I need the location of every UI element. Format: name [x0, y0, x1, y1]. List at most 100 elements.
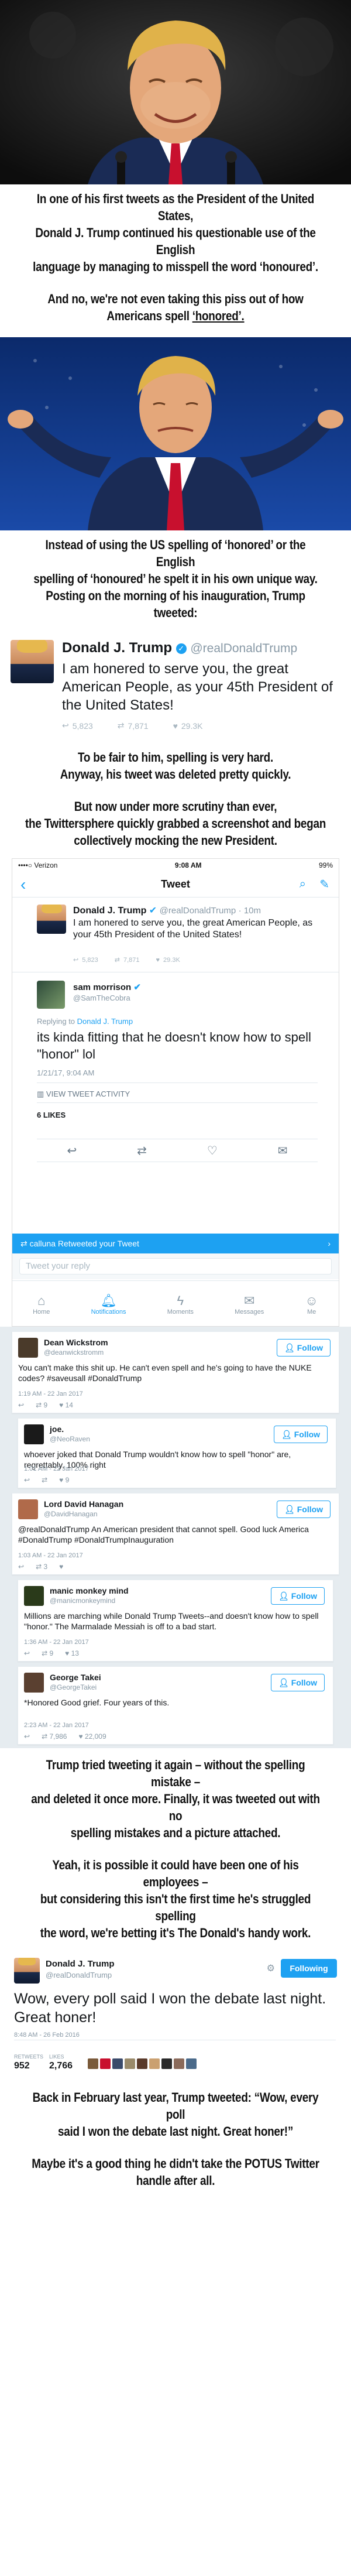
avatar — [14, 1958, 40, 1984]
reply-icon[interactable]: ↩ — [24, 1649, 30, 1657]
follow-icon: 👤︎ — [278, 1677, 289, 1687]
reply-icon[interactable]: ↩ — [24, 1732, 30, 1741]
retweet-icon[interactable]: ⇄ — [137, 1143, 147, 1158]
follow-button[interactable]: 👤︎ Follow — [271, 1587, 325, 1605]
liker-avatars — [88, 2058, 197, 2069]
message-icon[interactable]: ✉ — [278, 1143, 288, 1158]
card-author-name: George Takei — [50, 1673, 101, 1682]
card-timestamp: 1:01 AM - 22 Jan 2017 — [24, 1465, 89, 1472]
likes-count[interactable]: 6 LIKES — [37, 1111, 66, 1119]
compose-icon[interactable]: ✎ — [319, 877, 329, 892]
reaction-tweet-card[interactable]: manic monkey mind @manicmonkeymind 👤︎ Fol… — [18, 1580, 333, 1662]
tab-me[interactable]: ☺ Me — [305, 1293, 318, 1316]
like-count[interactable]: ♥ 9 — [59, 1476, 69, 1484]
tweet-author-name: Donald J. Trump — [62, 640, 173, 656]
tab-notifications[interactable]: 🔔︎ Notifications — [91, 1293, 126, 1316]
reaction-collage: Dean Wickstrom @deanwickstromm 👤︎ Follow … — [0, 1327, 351, 1748]
retweet-icon: ⇄ — [20, 1238, 30, 1248]
reply-input[interactable]: Tweet your reply — [19, 1258, 332, 1275]
like-total: 2,766 — [49, 2061, 73, 2071]
reaction-tweet-card[interactable]: Lord David Hanagan @DavidHanagan 👤︎ Follo… — [12, 1493, 339, 1575]
like-count[interactable]: ♥ — [59, 1563, 63, 1571]
follow-button[interactable]: 👤︎ Follow — [271, 1674, 325, 1691]
tab-home[interactable]: ⌂ Home — [33, 1293, 50, 1316]
avatar — [24, 1586, 44, 1606]
caption-potus: Maybe it's a good thing he didn't take t… — [32, 2156, 319, 2188]
retweet-count[interactable]: ⇄ 7,986 — [42, 1732, 67, 1741]
tab-moments[interactable]: ϟ Moments — [167, 1293, 194, 1316]
sam-reply: sam morrison ✔ @SamTheCobra Replying to … — [12, 972, 339, 1131]
trump-shrug-photo — [0, 337, 351, 530]
like-count[interactable]: ♥ 13 — [65, 1649, 79, 1657]
reply-icon: ↩ — [73, 957, 79, 964]
like-count[interactable]: ♥ 22,009 — [78, 1732, 106, 1741]
card-author-name: joe. — [50, 1424, 64, 1434]
follow-button[interactable]: 👤︎ Follow — [277, 1339, 331, 1356]
reaction-tweet-card[interactable]: joe. @NeoRaven 👤︎ Follow whoever joked th… — [18, 1418, 336, 1488]
reply-icon[interactable]: ↩ — [24, 1476, 30, 1484]
tweet-timestamp: 8:48 AM - 26 Feb 2016 — [14, 2032, 80, 2039]
avatar — [37, 981, 65, 1009]
retweet-notification-bar[interactable]: ⇄ calluna Retweeted your Tweet › — [12, 1234, 339, 1253]
retweet-count[interactable]: ⇄ 9 — [36, 1401, 47, 1409]
card-text: *Honored Good grief. Four years of this. — [24, 1698, 170, 1707]
card-author-name: Dean Wickstrom — [44, 1338, 108, 1347]
action-row: ↩ ⇄ ♡ ✉ — [37, 1139, 318, 1162]
underlined-honored: ‘honored’. — [192, 309, 245, 323]
avatar — [11, 640, 54, 683]
caption-tried-again: Trump tried tweeting it again – without … — [31, 1758, 320, 1840]
reply-icon[interactable]: ↩ — [67, 1143, 77, 1158]
tweet-author-handle: @realDonaldTrump — [190, 642, 298, 655]
reply-icon[interactable]: ↩ — [18, 1401, 24, 1409]
search-icon[interactable]: ⌕ — [300, 878, 306, 891]
retweet-count[interactable]: ⇄ — [42, 1476, 47, 1484]
gear-icon[interactable]: ⚙ — [267, 1962, 275, 1974]
caption-february: Back in February last year, Trump tweete… — [32, 2090, 319, 2139]
card-author-handle: @GeorgeTakei — [50, 1683, 97, 1691]
tab-bar: ⌂ Home 🔔︎ Notifications ϟ Moments ✉ Messages… — [12, 1280, 339, 1327]
retweet-count[interactable]: ⇄ 9 — [42, 1649, 53, 1657]
heart-icon: ♥ — [156, 956, 160, 964]
trump-honered-tweet[interactable]: Donald J. Trump ✓ @realDonaldTrump I am … — [4, 632, 347, 744]
card-author-handle: @NeoRaven — [50, 1435, 90, 1443]
caption-spelling-hard: To be fair to him, spelling is very hard… — [60, 750, 291, 782]
tab-messages[interactable]: ✉ Messages — [235, 1293, 264, 1316]
reply-text: its kinda fitting that he doesn't know h… — [37, 1030, 311, 1061]
bar-chart-icon: ▥ — [37, 1090, 46, 1098]
card-text: Millions are marching while Donald Trump… — [24, 1611, 319, 1631]
reaction-tweet-card[interactable]: Dean Wickstrom @deanwickstromm 👤︎ Follow … — [12, 1331, 339, 1413]
reply-count[interactable]: ↩ 5,823 — [62, 721, 93, 731]
card-author-handle: @DavidHanagan — [44, 1510, 98, 1518]
phone-screenshot: ••••○ Verizon 9:08 AM 99% ‹ Tweet ⌕ ✎ Do… — [12, 858, 339, 1327]
bell-icon: 🔔︎ — [100, 1293, 117, 1308]
home-icon: ⌂ — [37, 1293, 46, 1308]
back-icon[interactable]: ‹ — [20, 875, 26, 894]
like-count[interactable]: ♥ 29.3K — [173, 721, 203, 731]
original-tweet[interactable]: Donald J. Trump ✔ @realDonaldTrump · 10m… — [12, 898, 339, 972]
card-timestamp: 1:19 AM - 22 Jan 2017 — [18, 1390, 83, 1397]
retweet-count[interactable]: ⇄ 3 — [36, 1563, 47, 1571]
following-button[interactable]: Following — [281, 1959, 337, 1978]
reply-timestamp: 1/21/17, 9:04 AM — [37, 1068, 95, 1077]
caption-scrutiny: But now under more scrutiny than ever, t… — [25, 799, 326, 848]
view-activity-link[interactable]: ▥ VIEW TWEET ACTIVITY — [37, 1090, 130, 1099]
card-timestamp: 2:23 AM - 22 Jan 2017 — [24, 1722, 89, 1729]
like-count[interactable]: ♥ 14 — [59, 1401, 73, 1409]
heart-icon[interactable]: ♡ — [207, 1143, 218, 1158]
follow-button[interactable]: 👤︎ Follow — [274, 1426, 328, 1443]
follow-button[interactable]: 👤︎ Follow — [277, 1501, 331, 1518]
retweet-count[interactable]: ⇄ 7,871 — [118, 721, 149, 731]
trump-smiling-photo — [0, 0, 351, 184]
status-bar: ••••○ Verizon 9:08 AM 99% — [18, 861, 333, 869]
reaction-tweet-card[interactable]: George Takei @GeorgeTakei 👤︎ Follow *Hono… — [18, 1666, 333, 1745]
card-text: You can't make this shit up. He can't ev… — [18, 1363, 312, 1383]
trump-honer-tweet[interactable]: Donald J. Trump @realDonaldTrump ⚙ Follo… — [12, 1953, 339, 2054]
retweet-total: 952 — [14, 2061, 30, 2071]
replying-to-link[interactable]: Donald J. Trump — [77, 1017, 133, 1026]
reply-icon[interactable]: ↩ — [18, 1563, 24, 1571]
lightning-icon: ϟ — [177, 1293, 184, 1308]
person-icon: ☺ — [305, 1293, 318, 1308]
card-author-handle: @manicmonkeymind — [50, 1597, 116, 1605]
follow-icon: 👤︎ — [284, 1504, 295, 1514]
caption-honored-spelling: And no, we're not even taking this piss … — [47, 292, 304, 323]
